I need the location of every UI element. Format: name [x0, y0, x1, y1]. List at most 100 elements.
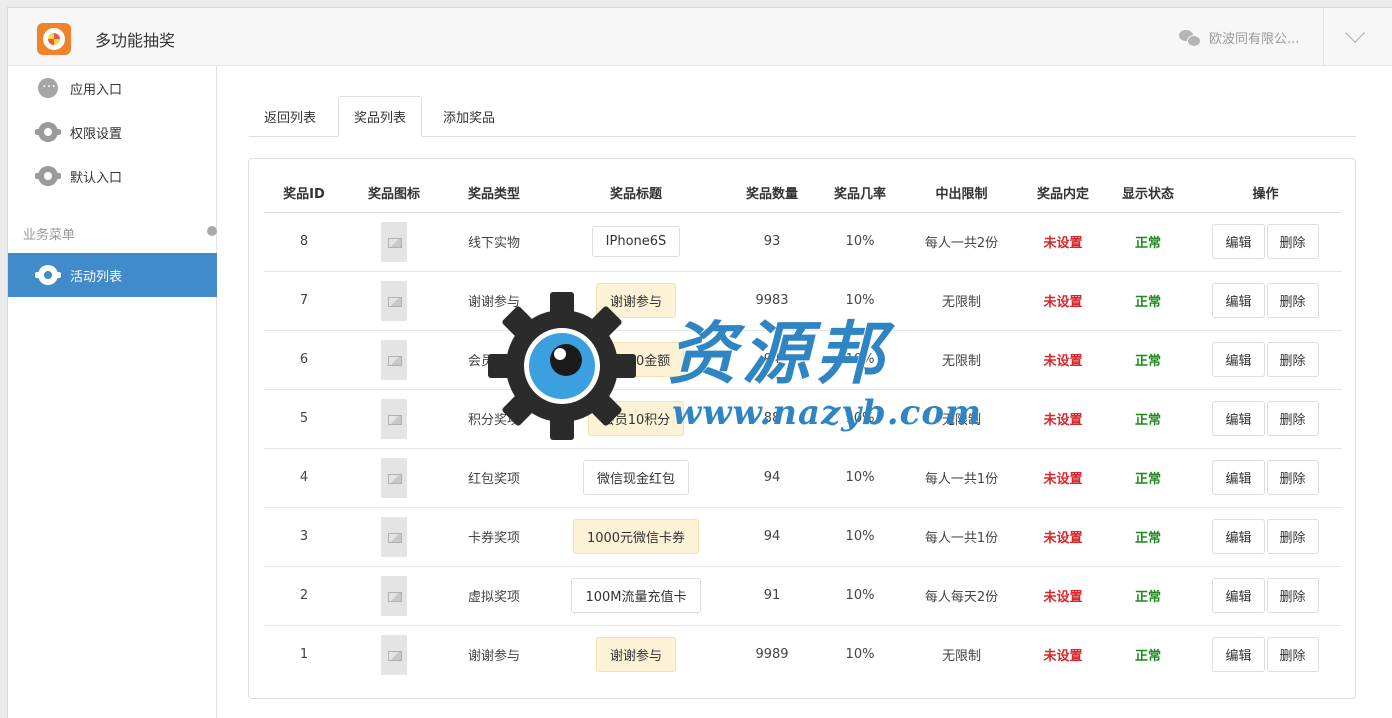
- app-logo: [37, 23, 71, 55]
- edit-button[interactable]: 编辑: [1212, 460, 1265, 495]
- table-row: 2 虚拟奖项 100M流量充值卡 91 10% 每人每天2份 未设置 正常 编辑 删除: [264, 566, 1342, 626]
- column-header: 奖品ID: [264, 173, 344, 213]
- prize-rate: 10%: [816, 212, 904, 272]
- watermark-url: www.nazyb.com: [672, 393, 983, 433]
- table-row: 4 红包奖项 微信现金红包 94 10% 每人一共1份 未设置 正常 编辑 删除: [264, 448, 1342, 508]
- prize-icon-cell: [344, 507, 444, 567]
- prize-fixed: 未设置: [1019, 507, 1107, 567]
- sidebar-item-app-entry[interactable]: 应用入口: [8, 66, 217, 110]
- prize-icon-cell: [344, 566, 444, 626]
- prize-title-cell: IPhone6S: [544, 212, 728, 272]
- prize-limit: 无限制: [941, 649, 981, 665]
- status-badge: 正常: [1107, 566, 1189, 626]
- status-badge: 正常: [1107, 330, 1189, 390]
- prize-fixed: 未设置: [1019, 448, 1107, 508]
- prize-rate: 10%: [816, 507, 904, 567]
- column-header: 奖品几率: [816, 173, 904, 213]
- tab-add-prize[interactable]: 添加奖品: [428, 96, 510, 137]
- prize-icon-cell: [344, 212, 444, 272]
- prize-limit: 每人一共1份: [904, 507, 1019, 567]
- edit-button[interactable]: 编辑: [1212, 578, 1265, 613]
- image-placeholder-icon: [381, 398, 407, 439]
- delete-button[interactable]: 删除: [1266, 637, 1319, 673]
- actions-cell: 编辑 删除: [1189, 271, 1342, 331]
- edit-button[interactable]: 编辑: [1212, 637, 1265, 673]
- prize-id: 7: [264, 271, 344, 331]
- prize-fixed: 未设置: [1019, 212, 1107, 272]
- prize-fixed: 未设置: [1019, 389, 1107, 449]
- column-header: 奖品标题: [544, 173, 728, 213]
- column-header: 奖品内定: [1019, 173, 1107, 213]
- sidebar-item-default-entry[interactable]: 默认入口: [8, 154, 217, 198]
- prize-title: 微信现金红包: [582, 460, 689, 495]
- prize-type: 谢谢参与: [467, 649, 520, 665]
- tab-back-to-list[interactable]: 返回列表: [249, 96, 331, 137]
- top-bar: 多功能抽奖 欧波同有限公...: [8, 8, 1392, 66]
- actions-cell: 编辑 删除: [1189, 566, 1342, 626]
- image-placeholder-icon: [381, 221, 407, 262]
- column-header: 奖品类型: [444, 173, 544, 213]
- status-badge: 正常: [1107, 448, 1189, 508]
- prize-limit: 每人一共1份: [904, 448, 1019, 508]
- delete-button[interactable]: 删除: [1266, 283, 1319, 318]
- delete-button[interactable]: 删除: [1266, 578, 1319, 613]
- delete-button[interactable]: 删除: [1266, 401, 1319, 436]
- prize-rate: 10%: [816, 566, 904, 626]
- sidebar-item-label: 默认入口: [70, 170, 123, 186]
- prize-title-cell: 100M流量充值卡: [544, 566, 728, 626]
- image-placeholder-icon: [381, 634, 407, 675]
- prize-rate: 10%: [816, 448, 904, 508]
- table-row: 1 谢谢参与 谢谢参与 9989 10% 无限制 未设置 正常 编辑 删除: [264, 625, 1342, 684]
- section-gear-icon[interactable]: [207, 226, 217, 236]
- delete-button[interactable]: 删除: [1266, 460, 1319, 495]
- image-placeholder-icon: [381, 339, 407, 380]
- prize-title-cell: 谢谢参与: [544, 625, 728, 684]
- column-header: 奖品数量: [728, 173, 816, 213]
- column-header: 显示状态: [1107, 173, 1189, 213]
- edit-button[interactable]: 编辑: [1212, 401, 1265, 436]
- tab-bar: 返回列表 奖品列表 添加奖品: [249, 96, 1356, 137]
- delete-button[interactable]: 删除: [1266, 342, 1319, 377]
- actions-cell: 编辑 删除: [1189, 212, 1342, 272]
- edit-button[interactable]: 编辑: [1212, 224, 1265, 259]
- prize-id: 2: [264, 566, 344, 626]
- account-switcher[interactable]: 欧波同有限公...: [1179, 28, 1299, 47]
- status-badge: 正常: [1107, 507, 1189, 567]
- tab-prize-list[interactable]: 奖品列表: [338, 96, 423, 137]
- sidebar-item-activity-list[interactable]: 活动列表: [8, 253, 217, 297]
- sidebar-item-permissions[interactable]: 权限设置: [8, 110, 217, 154]
- chevron-down-icon[interactable]: [1345, 23, 1365, 43]
- delete-button[interactable]: 删除: [1266, 519, 1319, 554]
- edit-button[interactable]: 编辑: [1212, 342, 1265, 377]
- prize-title: IPhone6S: [591, 226, 681, 257]
- image-placeholder-icon: [381, 280, 407, 321]
- app-title: 多功能抽奖: [95, 31, 176, 50]
- chat-icon: [38, 75, 58, 98]
- edit-button[interactable]: 编辑: [1212, 519, 1265, 554]
- gear-icon: [35, 166, 61, 186]
- actions-cell: 编辑 删除: [1189, 448, 1342, 508]
- watermark-gear-logo: [488, 292, 636, 440]
- prize-limit: 无限制: [904, 271, 1019, 331]
- prize-icon-cell: [344, 271, 444, 331]
- edit-button[interactable]: 编辑: [1212, 283, 1265, 318]
- sidebar: 应用入口 权限设置 默认入口 业务菜单 活动列表: [8, 66, 217, 718]
- prize-id: 8: [264, 212, 344, 272]
- prize-id: 3: [264, 507, 344, 567]
- prize-type: 卡券奖项: [444, 507, 544, 567]
- prize-rate: 10%: [845, 647, 875, 663]
- image-placeholder-icon: [381, 575, 407, 616]
- prize-fixed: 未设置: [1043, 649, 1083, 665]
- prize-icon-cell: [344, 330, 444, 390]
- prize-id: 5: [264, 389, 344, 449]
- status-badge: 正常: [1107, 389, 1189, 449]
- delete-button[interactable]: 删除: [1266, 224, 1319, 259]
- prize-limit: 无限制: [904, 330, 1019, 390]
- app-window: 多功能抽奖 欧波同有限公... 应用入口 权限设置 默认入口 业务菜单 活动列表: [7, 7, 1392, 718]
- prize-quantity: 93: [728, 212, 816, 272]
- prize-type: 红包奖项: [444, 448, 544, 508]
- prize-fixed: 未设置: [1019, 271, 1107, 331]
- prize-quantity: 94: [728, 448, 816, 508]
- gear-icon: [35, 265, 61, 285]
- prize-id: 6: [264, 330, 344, 390]
